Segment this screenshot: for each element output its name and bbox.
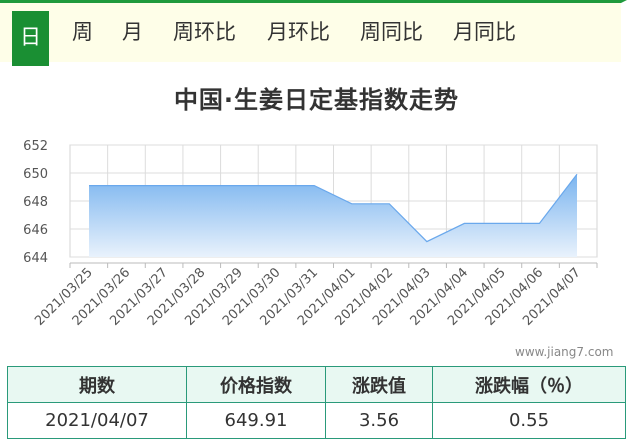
y-axis-ticks: 644 646 648 650 652 — [23, 139, 48, 266]
col-period-header: 期数 — [7, 366, 187, 403]
y-tick-label: 644 — [23, 251, 48, 266]
col-change-value-header: 涨跌值 — [325, 366, 433, 403]
cell-period: 2021/04/07 — [7, 402, 187, 439]
y-tick-label: 648 — [23, 195, 48, 210]
table-header-row: 期数 价格指数 涨跌值 涨跌幅（％） — [7, 366, 626, 403]
col-change-pct-header: 涨跌幅（％） — [432, 366, 626, 403]
x-axis-ticks: 2021/03/252021/03/262021/03/272021/03/28… — [32, 265, 584, 329]
index-trend-chart: 644 646 648 650 652 2021/03/252021/03/262021… — [23, 139, 598, 329]
index-summary-table: 期数 价格指数 涨跌值 涨跌幅（％） 2021/04/07 649.91 3.5… — [7, 366, 626, 439]
y-tick-label: 646 — [23, 223, 48, 238]
y-tick-label: 650 — [23, 167, 48, 182]
cell-change-pct: 0.55 — [432, 402, 626, 439]
col-price-index-header: 价格指数 — [186, 366, 326, 403]
cell-change-value: 3.56 — [325, 402, 433, 439]
table-row: 2021/04/07 649.91 3.56 0.55 — [7, 402, 626, 439]
cell-price-index: 649.91 — [186, 402, 326, 439]
site-watermark: www.jiang7.com — [515, 345, 614, 359]
y-tick-label: 652 — [23, 139, 48, 154]
